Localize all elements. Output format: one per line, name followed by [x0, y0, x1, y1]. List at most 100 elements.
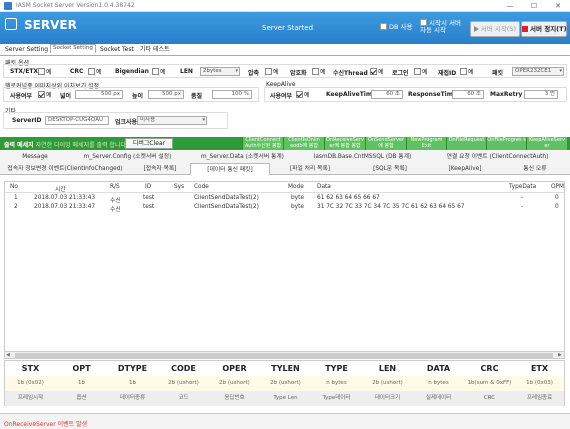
compress-checkbox[interactable]: 예 — [265, 67, 279, 76]
autostart-checkbox[interactable]: 시작시 서버 자동 시작 — [420, 19, 464, 34]
yes-label: 예 — [273, 69, 279, 76]
col-opm[interactable]: OPM — [551, 184, 564, 190]
crc-checkbox[interactable]: 예 — [88, 67, 102, 76]
horizontal-scrollbar[interactable]: ◀ ▶ — [4, 351, 565, 359]
stop-icon — [522, 26, 528, 32]
use-label: 사용여부 — [10, 93, 33, 100]
proto-type: n bytes — [413, 376, 464, 391]
packet-grid[interactable]: No 시간 R/S ID Sys Code Mode Data TypeData… — [4, 181, 565, 352]
yes-label: 예 — [378, 69, 384, 76]
checkbox-box — [38, 91, 45, 98]
log-tab-connect-auth[interactable]: 연결 요청 이벤트 (ClientConnectAuth) — [425, 151, 570, 163]
event-indicator: ClientConnect Auth수신된 봉합 — [242, 137, 283, 150]
log-tab-data-packets[interactable]: [데이터 통신 패킷] — [190, 163, 270, 175]
stop-server-button[interactable]: 서버 정지(T) — [521, 21, 567, 37]
col-mode[interactable]: Mode — [288, 184, 304, 190]
port-value: OPER232CE1 — [515, 68, 552, 74]
chevron-down-icon: ▾ — [235, 68, 238, 74]
close-button[interactable]: ✕ — [546, 0, 570, 12]
proto-header: TYLEN — [271, 364, 300, 373]
crc-label: CRC — [70, 68, 84, 75]
checkbox-box — [152, 68, 159, 75]
proto-desc: Type Len — [260, 391, 311, 406]
socket-settings-panel: 패킷 옵션 STX/ETX 예 CRC 예 Bigendian 예 LEN 2b… — [0, 55, 570, 135]
proto-header: LEN — [378, 364, 397, 373]
yes-label: 예 — [46, 69, 52, 76]
scroll-right-icon[interactable]: ▶ — [558, 352, 562, 358]
resp-input[interactable]: 60 초 — [452, 90, 484, 99]
log-tab-files[interactable]: [파일 처리 목록] — [270, 163, 350, 175]
checkbox-box — [370, 68, 377, 75]
start-server-button[interactable]: 서버 시작(S) — [470, 21, 520, 37]
recvthread-label: 수신Thread — [333, 70, 368, 77]
retry-input[interactable]: 3 번 — [524, 90, 558, 99]
stx-checkbox[interactable]: 예 — [38, 67, 52, 76]
col-no[interactable]: No — [10, 184, 18, 190]
width-label: 넓이 — [60, 93, 72, 100]
tab-other-test[interactable]: 기타 테스트 — [137, 44, 173, 55]
db-use-label: DB 사용 — [389, 23, 413, 31]
bigendian-checkbox[interactable]: 예 — [152, 67, 166, 76]
log-tab-errors[interactable]: 통신 오류 — [500, 163, 570, 175]
scrollbar-thumb[interactable] — [15, 353, 553, 358]
chevron-down-icon: ▾ — [202, 117, 205, 123]
log-tab-db-stats[interactable]: IasmDB.Base.CntMSSQL (DB 통계) — [300, 151, 425, 163]
maximize-button[interactable]: ☐ — [522, 0, 546, 12]
quality-input[interactable]: 100 % — [212, 90, 252, 99]
ka-time-input[interactable]: 60 초 — [371, 90, 403, 99]
proto-desc: 프레임종료 — [515, 391, 564, 406]
len-select[interactable]: 2bytes ▾ — [200, 67, 240, 76]
output-title: 출력 메세지 자연한 다이잉 메세지를 출력 합니다 — [4, 140, 126, 149]
proto-header: OPER — [222, 364, 247, 373]
yes-label: 예 — [304, 92, 310, 99]
recvthread-checkbox[interactable]: 예 — [370, 67, 384, 76]
minimize-button[interactable]: — — [498, 0, 522, 12]
db-use-checkbox[interactable]: DB 사용 — [380, 21, 413, 31]
col-id[interactable]: ID — [145, 184, 151, 190]
checkbox-box — [38, 68, 45, 75]
tab-socket-test[interactable]: Socket Test — [97, 44, 137, 55]
scroll-left-icon[interactable]: ◀ — [6, 352, 10, 358]
sort-select[interactable]: 미사용 ▾ — [137, 116, 207, 125]
height-input[interactable]: 500 px — [148, 90, 184, 99]
log-tab-clients[interactable]: [접속자 목록] — [130, 163, 190, 175]
ka-use-checkbox[interactable]: 예 — [296, 90, 310, 99]
col-data[interactable]: Data — [317, 184, 331, 190]
debug-clear-button[interactable]: 디버그Clear — [125, 138, 173, 149]
col-rs[interactable]: R/S — [110, 184, 120, 190]
event-indicator: OnFileProgres s — [486, 137, 526, 150]
col-typedata[interactable]: TypeData — [509, 184, 536, 190]
cell-no: 2 — [14, 204, 18, 210]
play-icon — [473, 26, 479, 32]
table-row[interactable]: 1 2018.07.03 21:33:43 수신 test ClientSend… — [5, 194, 564, 204]
cell-typedata: - — [521, 204, 524, 210]
log-checkbox[interactable]: 예 — [414, 67, 428, 76]
use-checkbox[interactable]: 예 — [38, 90, 52, 99]
bigendian-label: Bigendian — [115, 68, 149, 75]
tab-server-setting[interactable]: Server Setting — [2, 44, 51, 55]
log-tab-server-config[interactable]: m_Server.Config (소켓서버 설정) — [70, 151, 185, 163]
encrypt-label: 암호화 — [290, 70, 307, 77]
log-tab-message[interactable]: Message — [0, 151, 70, 163]
checkbox-box — [380, 23, 387, 30]
reconnect-checkbox[interactable]: 예 — [460, 67, 474, 76]
encrypt-checkbox[interactable]: 예 — [312, 67, 326, 76]
log-tab-server-data[interactable]: m_Server.Data (소켓서버 통계) — [185, 151, 300, 163]
serverid-input[interactable]: DESKTOP-CUG4QAU — [45, 116, 109, 125]
proto-type: 2b (ushort) — [209, 376, 260, 391]
log-tab-keepalive[interactable]: [KeepAlive] — [430, 163, 500, 175]
log-tab-sql[interactable]: [SQL문 목록] — [350, 163, 430, 175]
col-time[interactable]: 시간 — [55, 184, 66, 193]
cell-typedata: - — [521, 195, 524, 201]
log-tab-client-info[interactable]: 접속자 정보변경 이벤트(ClientInfoChanged) — [0, 163, 130, 175]
cell-code: ClientSendDataTest(2) — [194, 204, 259, 210]
proto-type: 2b (ushort) — [158, 376, 209, 391]
width-input[interactable]: 500 px — [75, 90, 123, 99]
port-select[interactable]: OPER232CE1 ▾ — [512, 67, 564, 76]
title-bar: IASM Socket Server Version1.0.4.38742 — … — [0, 0, 570, 12]
col-sys[interactable]: Sys — [174, 184, 184, 190]
tab-socket-setting[interactable]: Socket Setting — [50, 44, 96, 53]
table-row[interactable]: 2 2018.07.03 21:33:47 수신 test ClientSend… — [5, 203, 564, 213]
col-code[interactable]: Code — [194, 184, 209, 190]
output-hint: 자연한 다이잉 메세지를 출력 합니다 — [35, 142, 127, 149]
